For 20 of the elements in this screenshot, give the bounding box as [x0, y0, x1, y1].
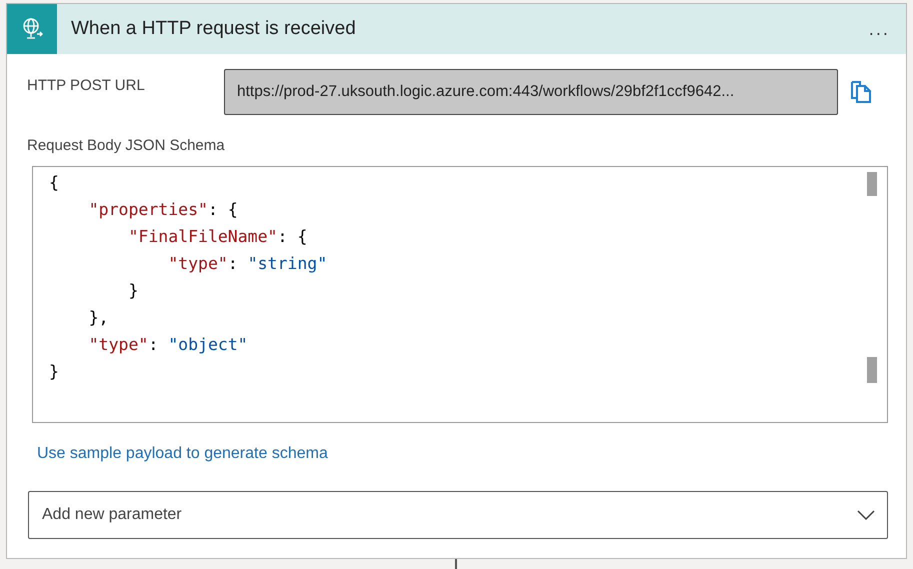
chevron-down-icon	[857, 510, 875, 520]
code-line: }	[49, 361, 59, 383]
code-line: "type": "string"	[167, 253, 328, 275]
code-line: },	[88, 307, 109, 329]
code-line: "properties": {	[88, 199, 238, 221]
code-line: "type": "object"	[88, 334, 248, 356]
scrollbar-marker	[867, 357, 877, 383]
code-editor[interactable]: { "properties": { "FinalFileName": { "type": "string" } }, "type": "object" }	[32, 166, 888, 423]
copy-icon[interactable]	[850, 80, 872, 104]
url-label: HTTP POST URL	[27, 77, 146, 94]
card-title: When a HTTP request is received	[71, 18, 357, 40]
url-field[interactable]: https://prod-27.uksouth.logic.azure.com:443/workflows/29bf2f1ccf9642...	[224, 69, 838, 115]
generate-schema-link[interactable]: Use sample payload to generate schema	[37, 445, 328, 463]
code-line: "FinalFileName": {	[127, 226, 308, 248]
schema-label: Request Body JSON Schema	[27, 137, 226, 154]
parameter-dropdown[interactable]: Add new parameter	[28, 491, 888, 539]
code-line: }	[127, 280, 138, 302]
code-line: {	[49, 172, 59, 194]
more-options-button[interactable]: ...	[864, 20, 894, 38]
scrollbar-marker	[867, 172, 877, 196]
